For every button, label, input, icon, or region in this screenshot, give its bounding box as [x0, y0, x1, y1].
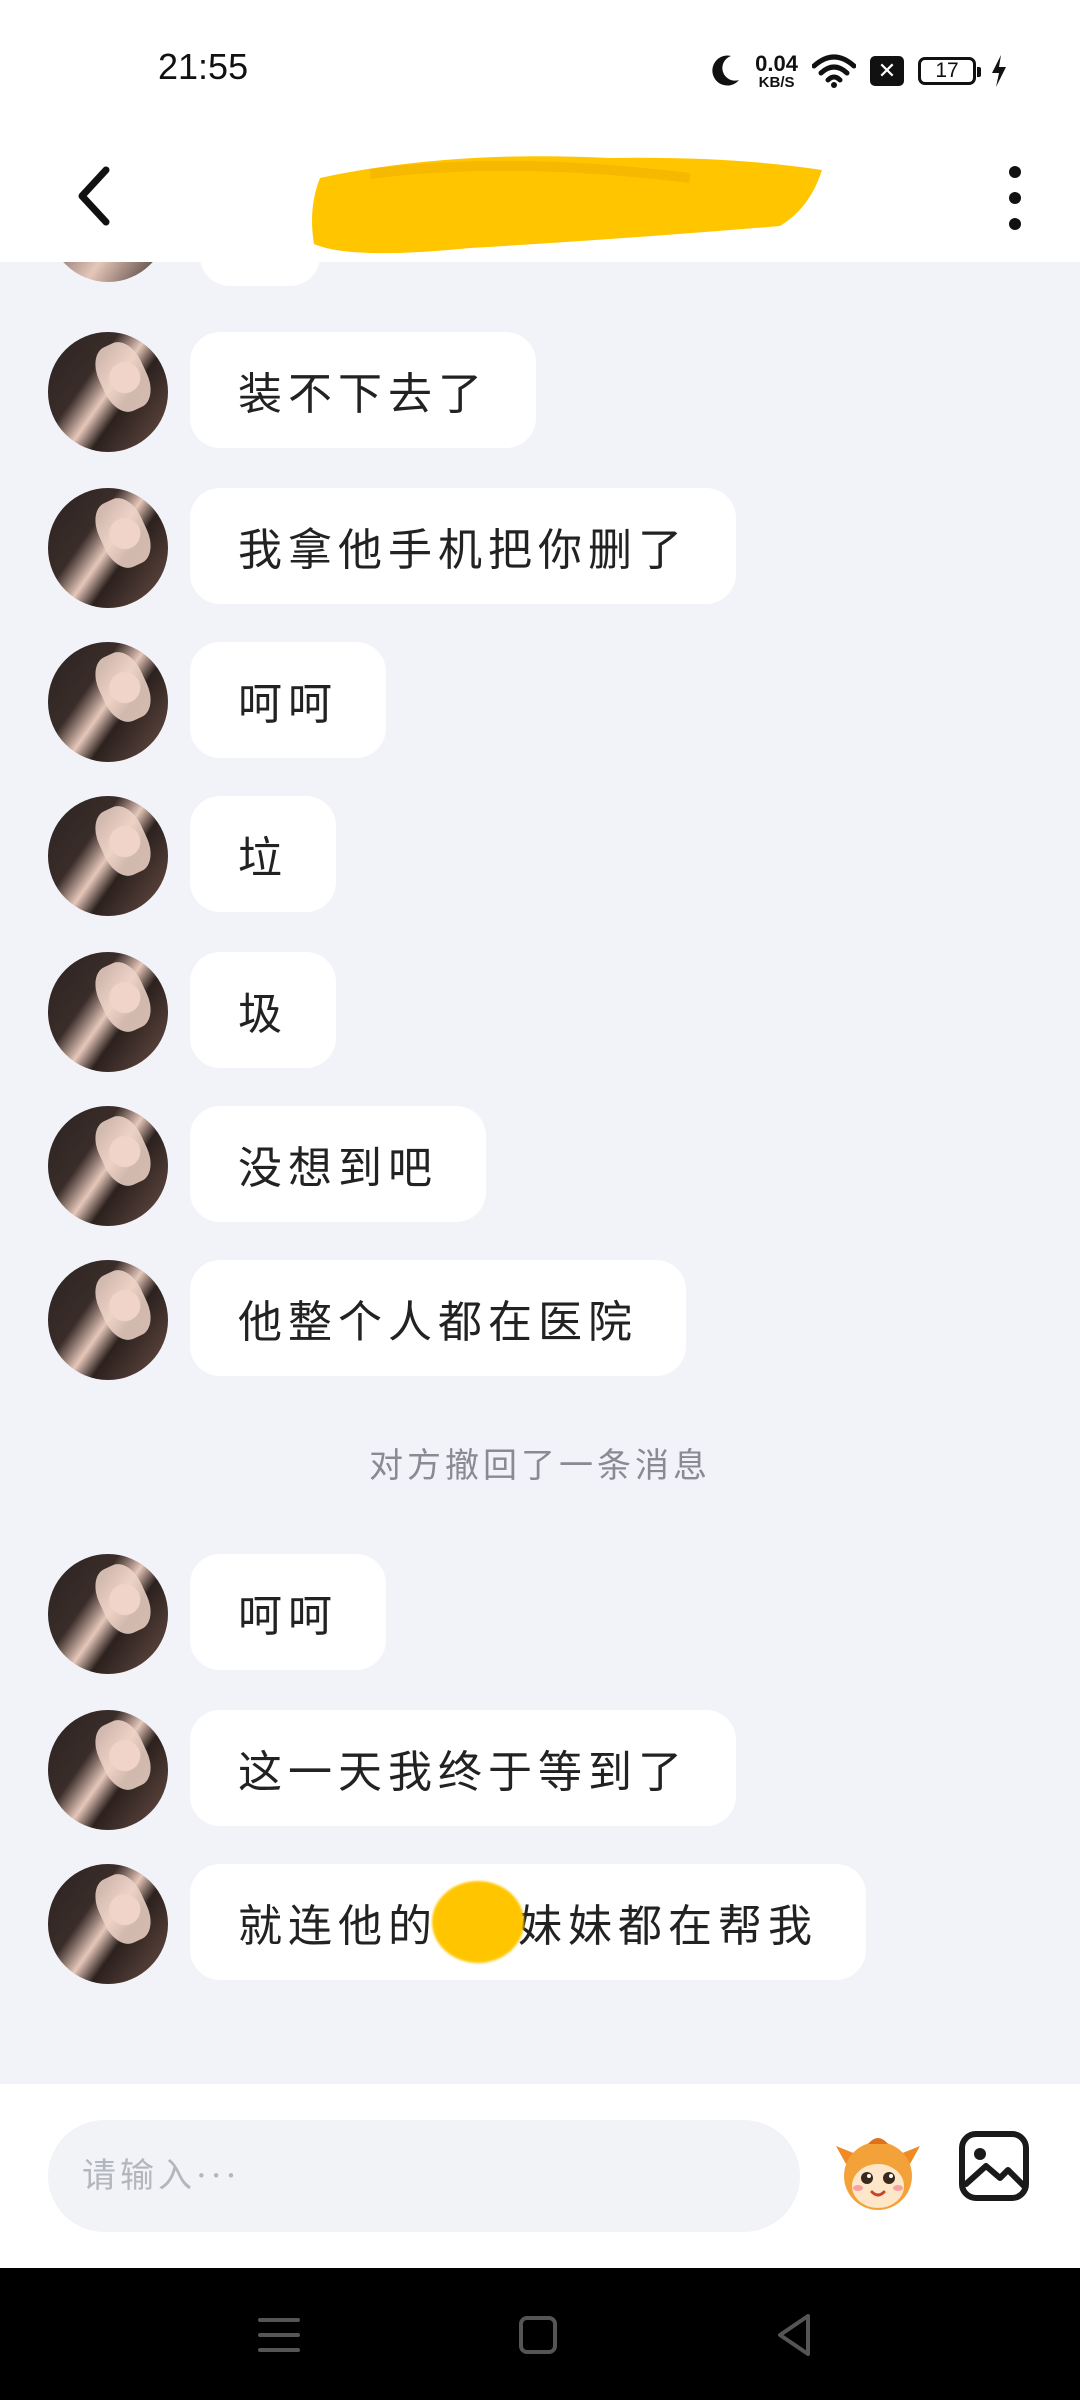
status-time: 21:55 — [158, 46, 249, 87]
battery-level: 17 — [935, 59, 959, 82]
message-bubble[interactable]: 呵呵 — [190, 1554, 386, 1670]
moon-icon — [712, 55, 740, 86]
system-nav-bar — [0, 2268, 1080, 2400]
avatar[interactable] — [48, 1864, 168, 1984]
avatar[interactable] — [48, 1554, 168, 1674]
avatar[interactable] — [48, 262, 168, 282]
chat-messages[interactable]: 装不下去了 我拿他手机把你删了 呵呵 垃 圾 没想到吧 他整个人都在医院 对方撤… — [0, 262, 1080, 2084]
avatar[interactable] — [48, 952, 168, 1072]
message-text-before: 就连他的 — [238, 1901, 438, 1952]
message-input[interactable] — [48, 2120, 800, 2232]
message-row: 垃 — [0, 792, 1080, 916]
avatar[interactable] — [48, 1106, 168, 1226]
status-bar: 21:55 0.04 KB/S ✕ 17 — [0, 0, 1080, 130]
message-bubble[interactable]: 垃 — [190, 796, 336, 912]
avatar[interactable] — [48, 642, 168, 762]
message-text-after: 妹妹都在帮我 — [518, 1901, 818, 1952]
net-speed-unit: KB/S — [758, 73, 795, 91]
message-row: 装不下去了 — [0, 328, 1080, 452]
message-bubble[interactable]: 我拿他手机把你删了 — [190, 488, 736, 604]
status-icons: 0.04 KB/S ✕ 17 — [711, 48, 1008, 94]
message-bubble[interactable]: 就连他的 妹妹都在帮我 — [190, 1864, 866, 1980]
charging-icon — [992, 55, 1006, 87]
net-speed: 0.04 KB/S — [755, 50, 798, 91]
message-row: 我拿他手机把你删了 — [0, 484, 1080, 608]
input-bar — [0, 2084, 1080, 2268]
avatar[interactable] — [48, 1710, 168, 1830]
avatar[interactable] — [48, 488, 168, 608]
message-bubble[interactable]: 这一天我终于等到了 — [190, 1710, 736, 1826]
message-row: 他整个人都在医院 — [0, 1256, 1080, 1380]
wifi-icon — [812, 54, 856, 88]
message-bubble[interactable]: 没想到吧 — [190, 1106, 486, 1222]
chevron-left-icon[interactable] — [64, 158, 124, 234]
message-row: 呵呵 — [0, 638, 1080, 762]
recall-notice: 对方撤回了一条消息 — [369, 1446, 711, 1486]
more-vertical-icon[interactable] — [990, 158, 1040, 238]
menu-icon[interactable] — [246, 2302, 312, 2368]
image-icon[interactable] — [956, 2128, 1032, 2204]
message-row: 这一天我终于等到了 — [0, 1706, 1080, 1830]
redacted-contact-name — [312, 156, 822, 254]
home-icon[interactable] — [505, 2302, 571, 2368]
message-row: 呵呵 — [0, 1550, 1080, 1674]
message-bubble[interactable]: 装不下去了 — [190, 332, 536, 448]
no-sim-icon: ✕ — [870, 56, 904, 86]
net-speed-value: 0.04 — [755, 50, 798, 76]
message-bubble[interactable]: 呵呵 — [190, 642, 386, 758]
back-triangle-icon[interactable] — [762, 2302, 828, 2368]
message-row: 圾 — [0, 948, 1080, 1072]
avatar[interactable] — [48, 1260, 168, 1380]
message-row: 没想到吧 — [0, 1102, 1080, 1226]
sticker-icon[interactable] — [832, 2126, 924, 2218]
message-bubble[interactable]: 圾 — [190, 952, 336, 1068]
chat-header — [0, 130, 1080, 262]
avatar[interactable] — [48, 332, 168, 452]
message-row: 就连他的 妹妹都在帮我 — [0, 1860, 1080, 1984]
message-bubble[interactable]: 他整个人都在医院 — [190, 1260, 686, 1376]
message-bubble[interactable] — [200, 262, 320, 286]
avatar[interactable] — [48, 796, 168, 916]
battery-icon: 17 — [918, 57, 981, 85]
redaction-mark — [432, 1881, 524, 1963]
